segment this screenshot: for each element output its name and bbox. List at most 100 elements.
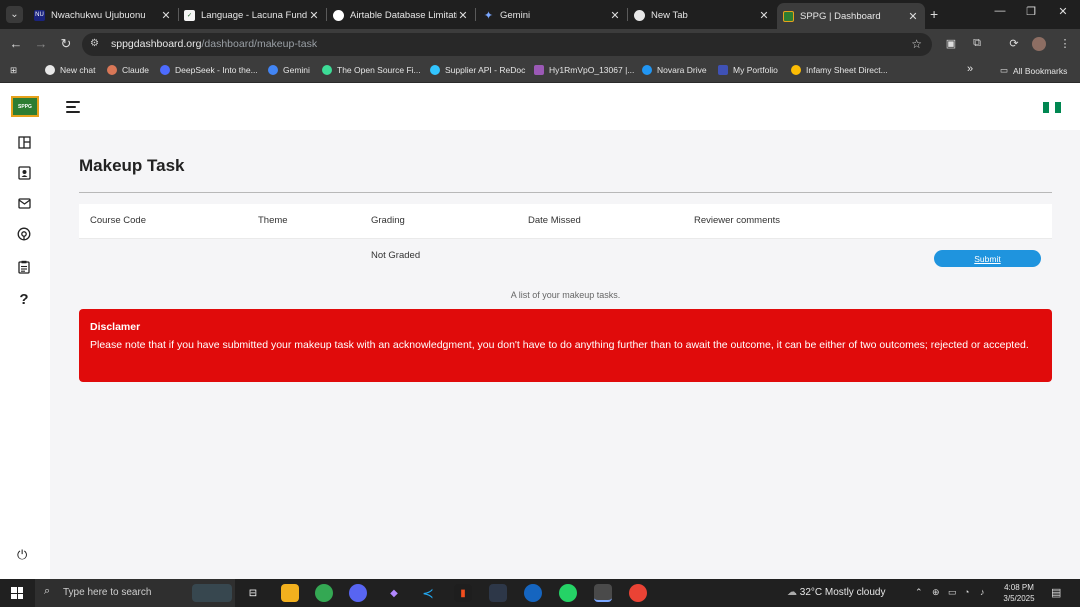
tab-nwachukwu[interactable]: NU Nwachukwu Ujubuonu ✕ [28, 4, 178, 26]
table-caption: A list of your makeup tasks. [510, 290, 621, 300]
bookmark-new-chat[interactable]: New chat [45, 65, 95, 75]
support-icon[interactable] [16, 226, 32, 242]
davinci-icon[interactable] [489, 584, 507, 602]
bookmark-novara-drive[interactable]: Novara Drive [642, 65, 707, 75]
tab-title: Airtable Database Limitati [350, 9, 457, 21]
dashboard-icon[interactable] [16, 134, 32, 150]
wifi-icon[interactable]: ◔ [964, 587, 969, 597]
minimize-icon[interactable]: — [990, 5, 1010, 17]
sppg-logo[interactable]: SPPG [11, 96, 39, 117]
chrome-icon [634, 9, 645, 21]
sppg-favicon-icon [783, 10, 794, 22]
page: SPPG ? ⏻ Makeup Task Course Code Theme G… [0, 84, 1080, 579]
bookmark-deepseek[interactable]: DeepSeek - Into the... [160, 65, 258, 75]
tab-title: New Tab [651, 9, 688, 21]
tab-title: SPPG | Dashboard [800, 10, 881, 22]
task-view-icon[interactable]: ⊟ [244, 584, 262, 602]
windows-start-icon[interactable] [11, 587, 23, 599]
tab-lacuna-fund[interactable]: ✓ Language - Lacuna Fund ✕ [178, 4, 326, 26]
new-tab-plus-icon[interactable]: + [930, 6, 938, 22]
logout-icon[interactable]: ⏻ [17, 547, 27, 563]
col-date-missed: Date Missed [528, 215, 581, 226]
chrome-taskbar-icon[interactable] [315, 584, 333, 602]
bookmark-star-icon[interactable]: ☆ [911, 37, 922, 51]
tab-close-icon[interactable]: ✕ [308, 9, 320, 22]
whatsapp-icon[interactable] [559, 584, 577, 602]
bookmark-gemini[interactable]: Gemini [268, 65, 310, 75]
tab-title: Gemini [500, 9, 531, 21]
bookmark-infamy-sheet[interactable]: Infamy Sheet Direct... [791, 65, 888, 75]
help-question-icon[interactable]: ? [16, 291, 32, 308]
url-text: sppgdashboard.org/dashboard/makeup-task [111, 38, 318, 50]
browser-toolbar: ← → ↻ ⚙ sppgdashboard.org/dashboard/make… [0, 29, 1080, 60]
tab-new-tab[interactable]: New Tab ✕ [628, 4, 776, 26]
tray-chevron-icon[interactable]: ⌃ [915, 587, 923, 598]
bookmarks-bar: ⊞ New chat Claude DeepSeek - Into the...… [0, 60, 1080, 83]
chrome-profile-icon[interactable] [629, 584, 647, 602]
file-explorer-icon[interactable] [281, 584, 299, 602]
app-icon[interactable] [524, 584, 542, 602]
tab-close-icon[interactable]: ✕ [457, 9, 469, 22]
mail-icon[interactable] [16, 195, 32, 211]
tab-gemini[interactable]: ✦ Gemini ✕ [477, 4, 627, 26]
back-arrow-icon[interactable]: ← [8, 36, 24, 51]
divider [79, 192, 1052, 193]
chrome-active-icon[interactable] [594, 584, 612, 602]
discord-icon[interactable] [349, 584, 367, 602]
clipboard-icon[interactable] [16, 259, 32, 275]
disclaimer-title: Disclamer [90, 321, 141, 333]
sync-icon[interactable]: ⟳ [1007, 37, 1021, 51]
col-theme: Theme [258, 215, 288, 226]
table-row: Not Graded Submit [79, 238, 1052, 275]
window-close-icon[interactable]: ✕ [1053, 5, 1073, 18]
bookmark-open-source[interactable]: The Open Source Fi... [322, 65, 421, 75]
tab-close-icon[interactable]: ✕ [907, 10, 919, 23]
address-bar[interactable]: ⚙ sppgdashboard.org/dashboard/makeup-tas… [82, 33, 932, 56]
reload-icon[interactable]: ↻ [58, 36, 74, 52]
apps-grid-icon[interactable]: ⊞ [10, 65, 17, 76]
figma-icon[interactable]: ▮ [454, 584, 472, 602]
hamburger-menu-icon[interactable] [66, 101, 80, 113]
battery-icon[interactable]: ▭ [948, 587, 957, 598]
profile-avatar[interactable] [1032, 37, 1046, 51]
bookmarks-overflow-icon[interactable]: » [967, 63, 973, 75]
weather-widget[interactable]: ☁ 32°C Mostly cloudy [787, 587, 885, 598]
tab-close-icon[interactable]: ✕ [609, 9, 621, 22]
maximize-icon[interactable]: ❐ [1021, 5, 1041, 18]
kebab-menu-icon[interactable]: ⋮ [1058, 37, 1072, 51]
tab-sppg-dashboard[interactable]: SPPG | Dashboard ✕ [777, 3, 925, 29]
col-reviewer-comments: Reviewer comments [694, 215, 781, 226]
tab-close-icon[interactable]: ✕ [758, 9, 770, 22]
extension-icon[interactable]: ▣ [944, 37, 958, 51]
site-info-icon[interactable]: ⚙ [90, 38, 99, 49]
notification-icon[interactable]: ▤ [1051, 586, 1061, 599]
volume-icon[interactable]: ♪ [980, 587, 985, 597]
contacts-book-icon[interactable] [16, 165, 32, 181]
obsidian-icon[interactable]: ◆ [385, 584, 403, 602]
bookmark-my-portfolio[interactable]: My Portfolio [718, 65, 778, 75]
forward-arrow-icon[interactable]: → [33, 36, 49, 51]
bookmark-claude[interactable]: Claude [107, 65, 149, 75]
tray-icon[interactable]: ⊕ [932, 587, 940, 598]
search-highlight-icon[interactable] [192, 584, 232, 602]
tab-search-icon[interactable]: ⌄ [6, 6, 23, 23]
nigeria-flag-icon[interactable] [1043, 102, 1061, 113]
extensions-puzzle-icon[interactable]: ⧉ [970, 37, 984, 51]
cloud-icon: ☁ [787, 587, 800, 598]
bookmark-hy1rm[interactable]: Hy1RmVpO_13067 |... [534, 65, 634, 75]
tab-favicon-icon: ✓ [184, 9, 195, 21]
main-content: Makeup Task Course Code Theme Grading Da… [79, 156, 1052, 382]
search-icon: ⌕ [44, 585, 51, 597]
tab-close-icon[interactable]: ✕ [160, 9, 172, 22]
all-bookmarks[interactable]: ▭ All Bookmarks [1000, 65, 1067, 76]
vscode-icon[interactable]: ≺ [419, 584, 437, 602]
top-bar [50, 84, 1080, 130]
system-clock[interactable]: 4:08 PM 3/5/2025 [1000, 582, 1038, 604]
tab-title: Nwachukwu Ujubuonu [51, 9, 146, 21]
tab-strip: ⌄ NU Nwachukwu Ujubuonu ✕ ✓ Language - L… [0, 0, 1080, 29]
bookmark-supplier-api[interactable]: Supplier API - ReDoc [430, 65, 525, 75]
folder-icon: ▭ [1000, 65, 1009, 75]
page-title: Makeup Task [79, 156, 185, 175]
submit-button[interactable]: Submit [934, 250, 1041, 267]
tab-airtable[interactable]: Airtable Database Limitati ✕ [327, 4, 475, 26]
